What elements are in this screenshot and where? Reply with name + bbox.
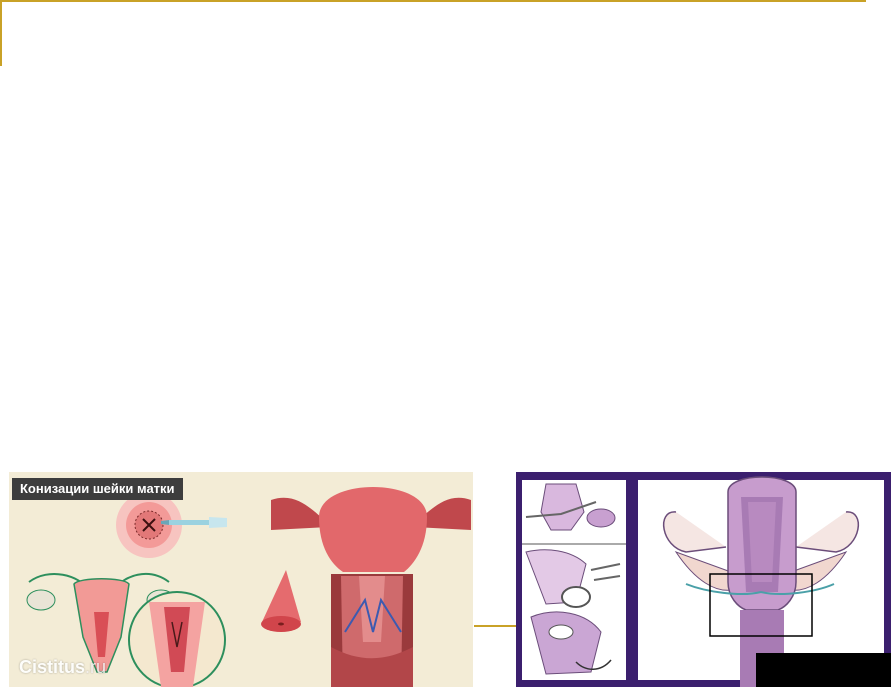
redacted-label (756, 653, 891, 687)
hysterectomy-illustration (516, 472, 891, 687)
illustration-caption: Конизации шейки матки (12, 478, 183, 500)
conization-illustration: Конизации шейки матки Cistitus.ru (9, 472, 473, 687)
watermark-main: Cistitus (19, 657, 86, 677)
watermark-suffix: .ru (85, 657, 107, 677)
cone-specimen-icon (261, 570, 301, 632)
uterus-icon (271, 487, 471, 687)
connector-line (474, 625, 516, 627)
conization-artwork (26, 487, 471, 687)
cervix-probe-view (116, 492, 227, 558)
cervical-canal-zoom (128, 591, 226, 687)
surgical-steps-column (522, 480, 626, 680)
frame-top-line (0, 0, 866, 2)
site-watermark: Cistitus.ru (19, 656, 106, 678)
frame-left-line (0, 0, 2, 66)
